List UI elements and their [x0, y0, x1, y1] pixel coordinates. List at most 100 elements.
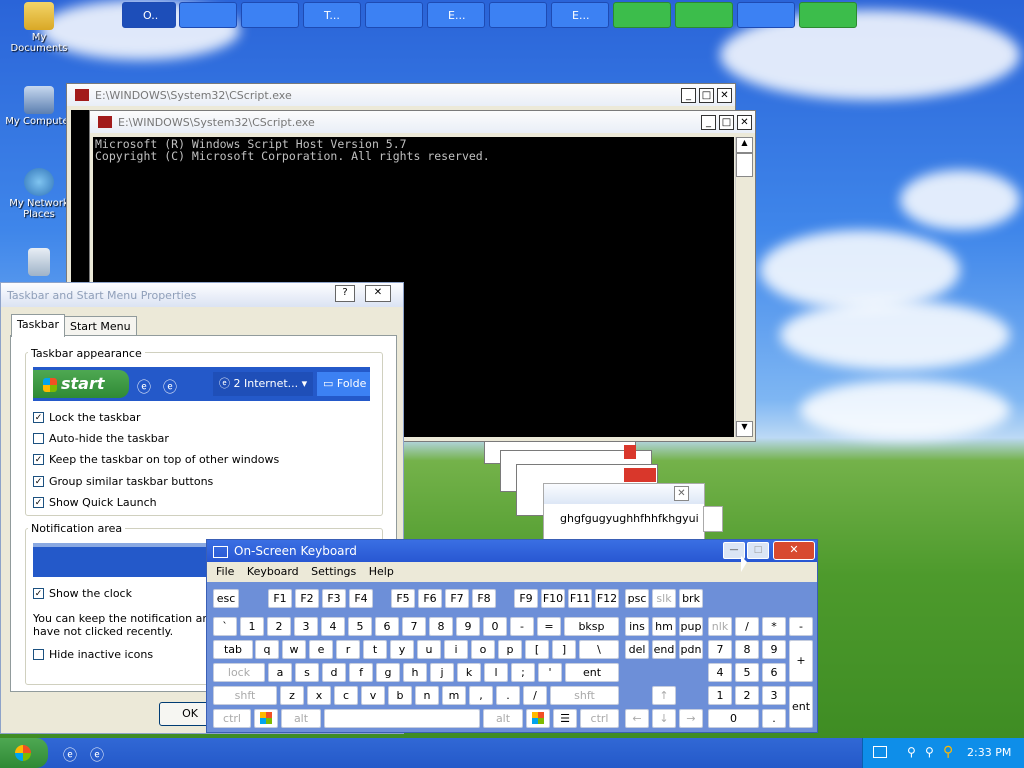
option-hide-inactive[interactable]: Hide inactive icons [33, 648, 153, 661]
key-u[interactable]: u [417, 640, 441, 659]
option-keep-on-top[interactable]: ✓ Keep the taskbar on top of other window… [33, 453, 279, 466]
desktop-icon-my-network-places[interactable]: My Network Places [4, 168, 74, 220]
key-alt-right[interactable]: alt [483, 709, 523, 728]
checkbox[interactable] [33, 433, 44, 444]
taskbar-button[interactable] [489, 2, 547, 28]
key-j[interactable]: j [430, 663, 454, 682]
ie-quick-launch-icon[interactable]: ⓔ [90, 745, 104, 765]
checkbox[interactable] [33, 649, 44, 660]
key-x[interactable]: x [307, 686, 331, 705]
key-enter[interactable]: ent [565, 663, 619, 682]
key-h[interactable]: h [403, 663, 427, 682]
start-button[interactable] [0, 738, 48, 768]
menu-help[interactable]: Help [369, 565, 394, 578]
key-equals[interactable]: = [537, 617, 561, 636]
key-q[interactable]: q [255, 640, 279, 659]
key-backspace[interactable]: bksp [564, 617, 619, 636]
key-f3[interactable]: F3 [322, 589, 346, 608]
tab-start-menu[interactable]: Start Menu [64, 316, 137, 336]
maximize-button[interactable]: □ [719, 114, 734, 130]
key-num-0[interactable]: 0 [708, 709, 759, 728]
taskbar-button[interactable] [241, 2, 299, 28]
key-num-3[interactable]: 3 [762, 686, 786, 705]
key-w[interactable]: w [282, 640, 306, 659]
key-minus[interactable]: - [510, 617, 534, 636]
key-num-2[interactable]: 2 [735, 686, 759, 705]
key-slash[interactable]: / [523, 686, 547, 705]
scroll-down-button[interactable]: ▼ [736, 421, 753, 437]
option-lock-taskbar[interactable]: ✓ Lock the taskbar [33, 411, 141, 424]
key-arrow-right[interactable]: → [679, 709, 703, 728]
key-f10[interactable]: F10 [541, 589, 565, 608]
close-icon[interactable] [624, 445, 636, 459]
key-0[interactable]: 0 [483, 617, 507, 636]
key-num-divide[interactable]: / [735, 617, 759, 636]
key-num-4[interactable]: 4 [708, 663, 732, 682]
key-lbracket[interactable]: [ [525, 640, 549, 659]
key-g[interactable]: g [376, 663, 400, 682]
menu-settings[interactable]: Settings [311, 565, 356, 578]
stacked-window[interactable] [703, 506, 723, 532]
key-f7[interactable]: F7 [445, 589, 469, 608]
close-button[interactable]: ✕ [773, 541, 815, 560]
key-ctrl-right[interactable]: ctrl [580, 709, 619, 728]
menu-keyboard[interactable]: Keyboard [247, 565, 299, 578]
option-quick-launch[interactable]: ✓ Show Quick Launch [33, 496, 157, 509]
key-psc[interactable]: psc [625, 589, 649, 608]
key-caps-lock[interactable]: lock [213, 663, 265, 682]
taskbar-button[interactable] [179, 2, 237, 28]
minimize-button[interactable]: _ [681, 87, 696, 103]
dialog-title-bar[interactable]: Taskbar and Start Menu Properties ? ✕ [1, 283, 403, 307]
menu-file[interactable]: File [216, 565, 234, 578]
close-button[interactable]: ✕ [365, 285, 391, 302]
network-tray-icon[interactable]: ⚲ [925, 745, 934, 759]
key-backtick[interactable]: ` [213, 617, 237, 636]
taskbar-button[interactable] [675, 2, 733, 28]
taskbar-button[interactable]: T... [303, 2, 361, 28]
key-r[interactable]: r [336, 640, 360, 659]
key-f9[interactable]: F9 [514, 589, 538, 608]
key-comma[interactable]: , [469, 686, 493, 705]
key-c[interactable]: c [334, 686, 358, 705]
key-hm[interactable]: hm [652, 617, 676, 636]
key-shift-left[interactable]: shft [213, 686, 277, 705]
key-num-enter[interactable]: ent [789, 686, 813, 728]
key-windows-right[interactable] [526, 709, 550, 728]
tab-taskbar[interactable]: Taskbar [11, 314, 65, 337]
scroll-thumb[interactable] [736, 153, 753, 177]
key-arrow-left[interactable]: ← [625, 709, 649, 728]
key-y[interactable]: y [390, 640, 414, 659]
scroll-up-button[interactable]: ▲ [736, 137, 753, 153]
key-9[interactable]: 9 [456, 617, 480, 636]
desktop-icon-my-computer[interactable]: My Computer [4, 86, 74, 127]
key-brk[interactable]: brk [679, 589, 703, 608]
key-num-1[interactable]: 1 [708, 686, 732, 705]
key-end[interactable]: end [652, 640, 676, 659]
close-icon[interactable] [624, 468, 656, 482]
checkbox[interactable]: ✓ [33, 454, 44, 465]
key-4[interactable]: 4 [321, 617, 345, 636]
key-num-minus[interactable]: - [789, 617, 813, 636]
osk-title-bar[interactable]: On-Screen Keyboard — □ ✕ [207, 540, 817, 562]
key-windows-left[interactable] [254, 709, 278, 728]
key-8[interactable]: 8 [429, 617, 453, 636]
key-quote[interactable]: ' [538, 663, 562, 682]
on-screen-keyboard[interactable]: On-Screen Keyboard — □ ✕ File Keyboard S… [206, 539, 818, 733]
key-num-decimal[interactable]: . [762, 709, 786, 728]
key-5[interactable]: 5 [348, 617, 372, 636]
key-z[interactable]: z [280, 686, 304, 705]
key-semicolon[interactable]: ; [511, 663, 535, 682]
key-1[interactable]: 1 [240, 617, 264, 636]
key-pdn[interactable]: pdn [679, 640, 703, 659]
vertical-scrollbar[interactable]: ▲ ▼ [735, 137, 753, 437]
taskbar-button[interactable] [613, 2, 671, 28]
maximize-button[interactable]: □ [747, 542, 769, 559]
minimize-button[interactable]: _ [701, 114, 716, 130]
taskbar-button[interactable]: E... [551, 2, 609, 28]
checkbox[interactable]: ✓ [33, 412, 44, 423]
key-f[interactable]: f [349, 663, 373, 682]
key-esc[interactable]: esc [213, 589, 239, 608]
key-pup[interactable]: pup [679, 617, 703, 636]
option-group-buttons[interactable]: ✓ Group similar taskbar buttons [33, 475, 213, 488]
taskbar-button[interactable] [365, 2, 423, 28]
